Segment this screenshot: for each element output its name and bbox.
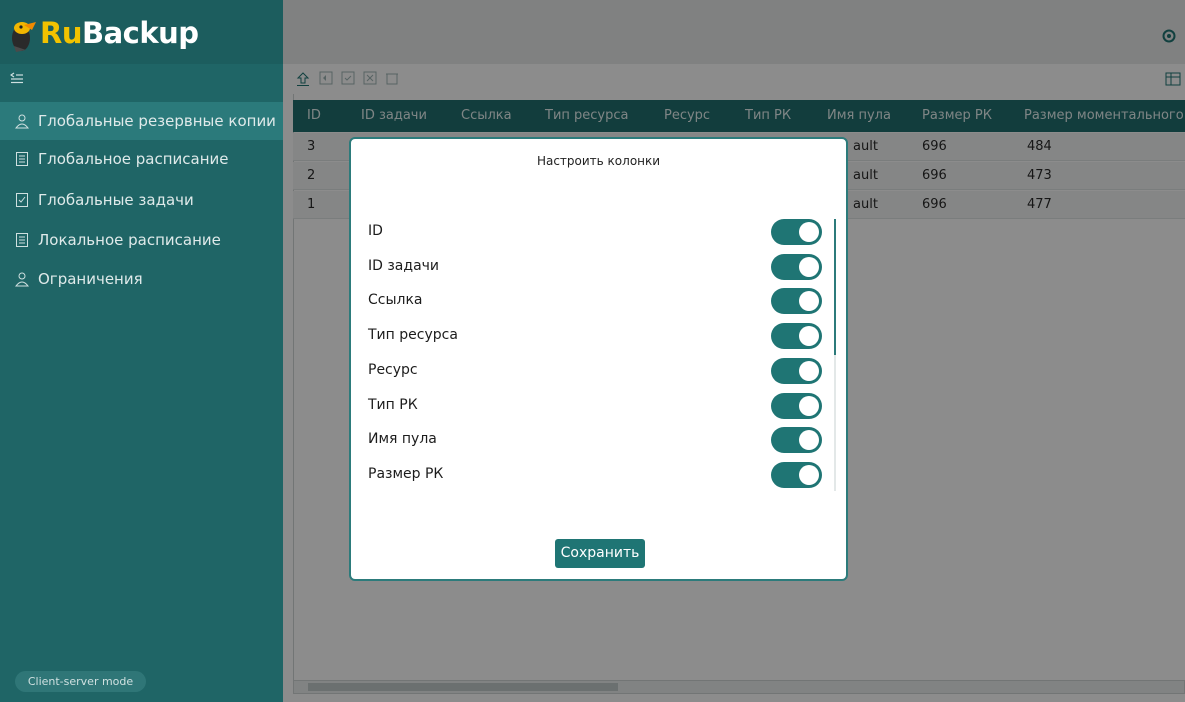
- option-label: Имя пула: [368, 431, 437, 447]
- dialog-scrollbar[interactable]: [834, 219, 836, 491]
- column-option-resource: Ресурс: [368, 356, 828, 386]
- sidebar-item-global-backups[interactable]: Глобальные резервные копии: [0, 102, 283, 140]
- scrollbar-thumb[interactable]: [834, 219, 836, 355]
- column-toggle[interactable]: [771, 393, 822, 419]
- column-toggle[interactable]: [771, 462, 822, 488]
- option-label: Тип ресурса: [368, 327, 458, 343]
- option-label: ID задачи: [368, 258, 440, 274]
- sidebar-item-label: Глобальные задачи: [38, 191, 194, 209]
- column-toggle[interactable]: [771, 323, 822, 349]
- toggle-knob: [799, 361, 819, 381]
- option-label: Ссылка: [368, 292, 423, 308]
- dialog-title: Настроить колонки: [536, 154, 661, 168]
- sidebar-item-label: Локальное расписание: [38, 231, 221, 249]
- configure-columns-dialog: Настроить колонки ID ID задачи Ссылка Ти…: [349, 137, 848, 581]
- user-icon: [14, 272, 30, 287]
- toggle-knob: [799, 430, 819, 450]
- sidebar-item-global-tasks[interactable]: Глобальные задачи: [0, 181, 283, 219]
- sidebar-item-label: Глобальные резервные копии: [38, 112, 276, 130]
- sidebar: RuBackup Глобальные резервные копии Глоб…: [0, 0, 283, 702]
- option-label: Ресурс: [368, 362, 418, 378]
- column-option-backup-type: Тип РК: [368, 391, 828, 421]
- sidebar-item-label: Глобальное расписание: [38, 150, 229, 168]
- sidebar-item-global-schedule[interactable]: Глобальное расписание: [0, 140, 283, 178]
- column-option-id: ID: [368, 217, 828, 247]
- column-toggle[interactable]: [771, 358, 822, 384]
- user-icon: [14, 114, 30, 129]
- toucan-logo-icon: [12, 22, 36, 52]
- column-option-task-id: ID задачи: [368, 252, 828, 282]
- sidebar-item-label: Ограничения: [38, 270, 143, 288]
- sidebar-item-restrictions[interactable]: Ограничения: [0, 260, 283, 298]
- toggle-knob: [799, 465, 819, 485]
- sidebar-item-local-schedule[interactable]: Локальное расписание: [0, 221, 283, 259]
- document-icon: [16, 152, 28, 166]
- column-option-link: Ссылка: [368, 286, 828, 316]
- column-option-pool-name: Имя пула: [368, 425, 828, 455]
- column-toggle[interactable]: [771, 288, 822, 314]
- toggle-knob: [799, 222, 819, 242]
- column-toggle[interactable]: [771, 254, 822, 280]
- option-label: Тип РК: [368, 397, 418, 413]
- option-label: Размер РК: [368, 466, 444, 482]
- logo-bar: RuBackup: [0, 0, 283, 64]
- column-option-backup-size: Размер РК: [368, 460, 828, 490]
- document-icon: [16, 233, 28, 247]
- client-server-mode-button[interactable]: Client-server mode: [15, 671, 146, 692]
- collapse-menu-icon[interactable]: [10, 72, 24, 84]
- column-option-resource-type: Тип ресурса: [368, 321, 828, 351]
- toggle-knob: [799, 257, 819, 277]
- toggle-knob: [799, 396, 819, 416]
- toggle-knob: [799, 291, 819, 311]
- toggle-knob: [799, 326, 819, 346]
- save-button[interactable]: Сохранить: [555, 539, 645, 568]
- app-logo-text: RuBackup: [40, 16, 199, 50]
- column-toggle[interactable]: [771, 427, 822, 453]
- checklist-icon: [16, 193, 28, 207]
- column-toggle[interactable]: [771, 219, 822, 245]
- option-label: ID: [368, 223, 383, 239]
